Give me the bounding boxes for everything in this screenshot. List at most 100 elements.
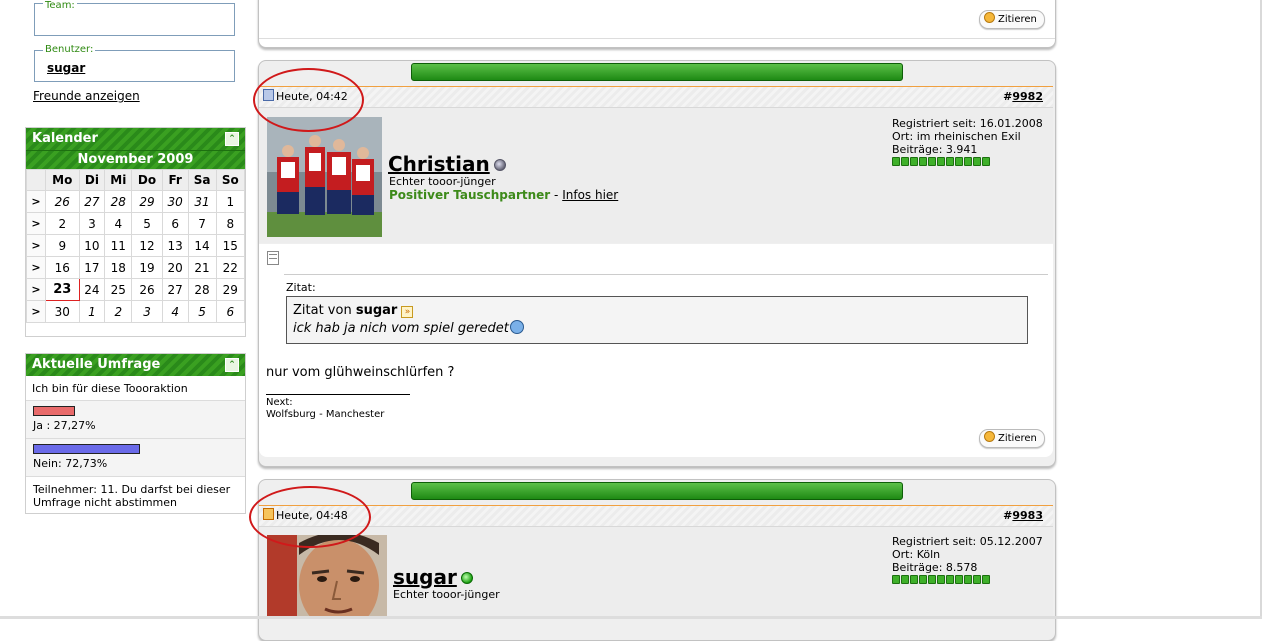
post-number[interactable]: #9983 <box>1003 506 1043 526</box>
calendar-day[interactable]: 8 <box>215 212 246 235</box>
weekday-header: Fr <box>161 169 189 191</box>
quote-caption: Zitat: <box>286 281 316 294</box>
username-link[interactable]: sugar <box>393 565 457 589</box>
calendar-grid: Mo Di Mi Do Fr Sa So > 26 27 28 29 30 31… <box>26 169 246 323</box>
weekday-header: Mo <box>45 169 80 191</box>
calendar-day[interactable]: 25 <box>104 278 133 301</box>
calendar-day[interactable]: 3 <box>131 300 163 323</box>
weekday-header: Di <box>78 169 106 191</box>
calendar-day[interactable]: 28 <box>104 190 133 213</box>
view-post-icon[interactable]: » <box>401 306 414 318</box>
weekday-header: Mi <box>104 169 133 191</box>
signature-divider <box>266 394 410 395</box>
registered-date: Registriert seit: 16.01.2008 <box>892 117 1043 130</box>
calendar-day[interactable]: 21 <box>187 256 217 279</box>
calendar-day[interactable]: 9 <box>45 234 80 257</box>
poll-option-label: Nein: 72,73% <box>33 457 108 470</box>
calendar-day[interactable]: 6 <box>161 212 189 235</box>
highlight-ellipse <box>249 486 371 548</box>
calendar-day[interactable]: 29 <box>215 278 246 301</box>
calendar-day[interactable]: 17 <box>78 256 106 279</box>
post-message: nur vom glühweinschlürfen ? <box>266 365 455 380</box>
calendar-day[interactable]: 1 <box>215 190 246 213</box>
quote-button[interactable]: Zitieren <box>979 429 1045 448</box>
calendar-month: November 2009 <box>26 150 245 169</box>
poll-title: Aktuelle Umfrage <box>32 357 161 372</box>
quote-button[interactable]: Zitieren <box>979 10 1045 29</box>
calendar-day[interactable]: 30 <box>161 190 189 213</box>
calendar-day[interactable]: 26 <box>131 278 163 301</box>
post-icon <box>267 251 279 265</box>
week-link[interactable]: > <box>26 212 46 235</box>
calendar-day[interactable]: 27 <box>78 190 106 213</box>
calendar-day[interactable]: 31 <box>187 190 217 213</box>
calendar-day-today[interactable]: 23 <box>45 278 80 301</box>
calendar-day[interactable]: 28 <box>187 278 217 301</box>
calendar-day[interactable]: 20 <box>161 256 189 279</box>
calendar-day[interactable]: 24 <box>78 278 106 301</box>
week-link[interactable]: > <box>26 300 46 323</box>
calendar-day[interactable]: 7 <box>187 212 217 235</box>
calendar-day[interactable]: 27 <box>161 278 189 301</box>
calendar-day[interactable]: 2 <box>45 212 80 235</box>
poll-option-label: Ja : 27,27% <box>33 419 96 432</box>
week-link[interactable]: > <box>26 190 46 213</box>
calendar-day[interactable]: 18 <box>104 256 133 279</box>
calendar-day[interactable]: 2 <box>104 300 133 323</box>
reputation-bar <box>892 574 1043 587</box>
calendar-day[interactable]: 5 <box>187 300 217 323</box>
calendar-day[interactable]: 11 <box>104 234 133 257</box>
calendar-day[interactable]: 13 <box>161 234 189 257</box>
calendar-day[interactable]: 10 <box>78 234 106 257</box>
poll-option-no: Nein: 72,73% <box>26 439 245 477</box>
calendar-day[interactable]: 16 <box>45 256 80 279</box>
calendar-day[interactable]: 4 <box>104 212 133 235</box>
weekday-header: Do <box>131 169 163 191</box>
user-location: Ort: Köln <box>892 548 941 561</box>
calendar-day[interactable]: 22 <box>215 256 246 279</box>
post-count: Beiträge: 3.941 <box>892 143 978 156</box>
user-avatar[interactable] <box>267 535 387 617</box>
team-label: Team: <box>43 0 77 12</box>
poll-header: Aktuelle Umfrage ⌃ <box>26 354 245 376</box>
calendar-day[interactable]: 19 <box>131 256 163 279</box>
weekday-header: So <box>215 169 246 191</box>
calendar-day[interactable]: 30 <box>45 300 80 323</box>
trader-row: Positiver Tauschpartner - Infos hier <box>389 188 618 202</box>
username-row: sugar <box>393 565 473 589</box>
user-avatar[interactable] <box>267 117 382 237</box>
offline-status-icon <box>493 159 506 171</box>
calendar-day[interactable]: 5 <box>131 212 163 235</box>
friends-link[interactable]: Freunde anzeigen <box>33 89 140 103</box>
message-divider <box>284 274 1048 275</box>
calendar-day[interactable]: 1 <box>78 300 106 323</box>
calendar-day[interactable]: 4 <box>161 300 189 323</box>
quote-text: ick hab ja nich vom spiel geredet <box>293 321 509 336</box>
calendar-day[interactable]: 14 <box>187 234 217 257</box>
calendar-day[interactable]: 26 <box>45 190 80 213</box>
team-fieldset: Team: <box>34 0 235 36</box>
username-link[interactable]: Christian <box>388 152 490 176</box>
week-link[interactable]: > <box>26 278 46 301</box>
post-number[interactable]: #9982 <box>1003 87 1043 107</box>
username-row: Christian <box>388 152 506 176</box>
calendar-day[interactable]: 12 <box>131 234 163 257</box>
current-user-link[interactable]: sugar <box>47 61 85 75</box>
calendar-day[interactable]: 3 <box>78 212 106 235</box>
user-title: Echter tooor-jünger <box>389 175 496 188</box>
calendar-day[interactable]: 6 <box>215 300 246 323</box>
calendar-day[interactable]: 29 <box>131 190 163 213</box>
calendar-block: Kalender ⌃ November 2009 Mo Di Mi Do Fr … <box>25 127 246 337</box>
collapse-icon[interactable]: ⌃ <box>225 358 239 372</box>
info-link[interactable]: Infos hier <box>562 188 618 202</box>
calendar-day[interactable]: 15 <box>215 234 246 257</box>
collapse-icon[interactable]: ⌃ <box>225 132 239 146</box>
user-title: Echter tooor-jünger <box>393 588 500 601</box>
post-divider-bar <box>411 63 903 81</box>
week-link[interactable]: > <box>26 256 46 279</box>
signature-line: Wolfsburg - Manchester <box>266 409 385 420</box>
user-label: Benutzer: <box>43 44 96 56</box>
week-link[interactable]: > <box>26 234 46 257</box>
smiley-icon <box>509 320 524 334</box>
post-header: Heute, 04:48 #9983 <box>259 505 1053 527</box>
